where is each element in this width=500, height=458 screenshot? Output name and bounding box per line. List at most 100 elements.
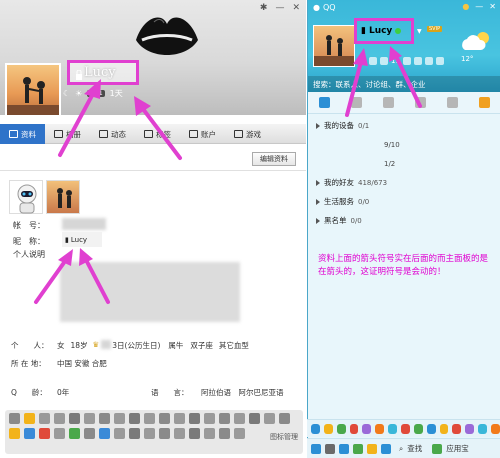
app-icon[interactable] (439, 423, 449, 434)
tab-album[interactable]: 相册 (45, 124, 90, 144)
badge-icon[interactable] (204, 413, 215, 424)
badge-icon[interactable] (159, 428, 170, 439)
status-dropdown-icon[interactable]: ▼ (417, 28, 422, 35)
badge-icon[interactable] (114, 413, 125, 424)
app-icon[interactable] (367, 443, 377, 454)
edit-profile-button[interactable]: 编辑资料 (252, 152, 296, 166)
close-icon[interactable]: ✕ (489, 2, 496, 11)
discover-tab-icon[interactable] (415, 97, 427, 108)
app-icon[interactable] (381, 443, 391, 454)
app-icon[interactable] (388, 423, 398, 434)
tab-account[interactable]: 账户 (180, 124, 225, 144)
badge-icon[interactable] (204, 428, 215, 439)
badge-icon[interactable] (234, 413, 245, 424)
message-tab-icon[interactable] (479, 97, 491, 108)
app-icon[interactable] (375, 423, 385, 434)
app-icon[interactable] (358, 57, 366, 65)
app-icon[interactable] (465, 423, 475, 434)
badge-icon[interactable] (99, 428, 110, 439)
online-status-icon[interactable] (395, 28, 402, 34)
badge-icon[interactable] (249, 413, 260, 424)
app-icon[interactable] (413, 423, 423, 434)
badge-icon[interactable] (39, 428, 50, 439)
badge-icon[interactable] (264, 413, 275, 424)
badge-icon[interactable] (99, 413, 110, 424)
tab-profile[interactable]: 资料 (0, 124, 45, 144)
app-icon[interactable] (401, 423, 410, 434)
badge-icon[interactable] (234, 428, 245, 439)
app-icon[interactable] (491, 423, 500, 434)
couple-avatar-thumb[interactable] (46, 180, 80, 214)
badge-icon[interactable] (69, 413, 80, 424)
tab-feed[interactable]: 动态 (90, 124, 135, 144)
app-icon[interactable] (478, 423, 488, 434)
app-icon[interactable] (413, 57, 422, 65)
vip-badge[interactable]: VIP1 (87, 90, 105, 97)
group-life-services[interactable]: 生活服务 0/0 (308, 192, 500, 211)
svip-badge[interactable]: SVIP (427, 26, 443, 32)
app-icon[interactable] (426, 423, 436, 434)
diamond-icon[interactable] (24, 413, 35, 424)
badge-icon[interactable] (84, 428, 95, 439)
weather-cloud-icon[interactable] (459, 30, 493, 52)
app-icon[interactable] (452, 423, 462, 434)
badge-icon[interactable] (9, 428, 20, 439)
group-my-friends[interactable]: 我的好友 418/673 (308, 173, 500, 192)
badge-icon[interactable] (129, 413, 140, 424)
badge-icon[interactable] (84, 413, 95, 424)
badge-icon[interactable] (279, 413, 290, 424)
app-icon[interactable] (402, 57, 411, 65)
group-blacklist[interactable]: 黑名单 0/0 (308, 211, 500, 230)
app-icon[interactable] (349, 423, 359, 434)
badge-icon[interactable] (114, 428, 125, 439)
badge-icon[interactable] (174, 428, 185, 439)
groups-tab-icon[interactable] (350, 97, 362, 108)
tab-games[interactable]: 游戏 (225, 124, 270, 144)
group-my-devices[interactable]: 我的设备 0/1 (308, 116, 500, 135)
badge-icon[interactable] (39, 413, 50, 424)
badge-icon[interactable] (69, 428, 80, 439)
badge-icon[interactable] (189, 413, 200, 424)
phone-tab-icon[interactable] (447, 97, 459, 108)
badge-icon[interactable] (144, 413, 155, 424)
mail-icon[interactable] (353, 443, 363, 454)
app-store-button[interactable]: 应用宝 (446, 443, 469, 454)
skin-icon[interactable]: ✱ (260, 3, 268, 13)
medal-icon[interactable]: ● (462, 2, 469, 11)
icon-manage-link[interactable]: 图标管理 (270, 432, 298, 442)
app-store-icon[interactable] (432, 443, 443, 454)
badge-icon[interactable] (129, 428, 140, 439)
qq-avatar[interactable] (313, 25, 355, 67)
close-icon[interactable]: ✕ (292, 3, 300, 13)
search-icon[interactable]: ⌕ (399, 444, 403, 454)
minimize-icon[interactable]: — (275, 3, 284, 13)
app-icon[interactable] (311, 423, 320, 434)
badge-icon[interactable] (144, 428, 155, 439)
file-icon[interactable] (339, 443, 349, 454)
badge-icon[interactable] (219, 428, 230, 439)
robot-avatar-thumb[interactable] (9, 180, 43, 214)
app-icon[interactable] (380, 57, 388, 65)
badge-icon[interactable] (219, 413, 230, 424)
badge-icon[interactable] (54, 428, 65, 439)
badge-icon[interactable] (54, 413, 65, 424)
badge-icon[interactable] (9, 413, 20, 424)
app-icon[interactable] (323, 423, 333, 434)
app-icon[interactable] (435, 57, 444, 65)
qq-search-bar[interactable]: 搜索：联系人、讨论组、群、企业 (308, 76, 500, 92)
badge-icon[interactable] (24, 428, 35, 439)
app-icon[interactable] (362, 423, 372, 434)
badge-icon[interactable] (174, 413, 185, 424)
app-icon[interactable] (369, 57, 377, 65)
app-icon[interactable] (336, 423, 346, 434)
contacts-tab-icon[interactable] (318, 97, 330, 108)
badge-icon[interactable] (159, 413, 170, 424)
menu-icon[interactable] (311, 443, 321, 454)
profile-avatar[interactable] (5, 63, 61, 115)
favorites-tab-icon[interactable] (382, 97, 394, 108)
tab-tags[interactable]: 标签 (135, 124, 180, 144)
badge-icon[interactable] (189, 428, 200, 439)
app-icon[interactable] (424, 57, 433, 65)
minimize-icon[interactable]: — (475, 2, 483, 11)
gear-icon[interactable] (325, 443, 335, 454)
